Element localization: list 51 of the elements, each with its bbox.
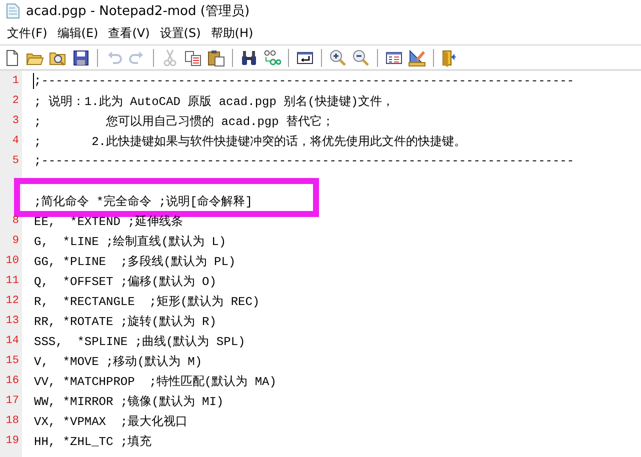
code-line: Q, *OFFSET ;偏移(默认为 O) [34,274,216,290]
line-number: 13 [6,315,20,327]
line-number: 18 [6,415,20,427]
menu-item[interactable]: 文件(F) [4,22,50,44]
line-number: 10 [6,255,20,267]
code-line: R, *RECTANGLE ;矩形(默认为 REC) [34,294,260,310]
code-line: V, *MOVE ;移动(默认为 M) [34,354,202,370]
zoom-out-icon[interactable] [352,48,370,66]
code-line: ; 说明：1.此为 AutoCAD 原版 acad.pgp 别名(快捷键)文件， [34,94,394,110]
code-line: ;简化命令 *完全命令 ;说明[命令解释] [34,194,252,210]
menu-item[interactable]: 设置(S) [156,22,204,44]
save-icon[interactable] [72,48,90,66]
line-number: 16 [6,375,20,387]
replace-icon[interactable] [263,48,281,66]
code-line: VV, *MATCHPROP ;特性匹配(默认为 MA) [34,374,276,390]
line-number: 11 [6,275,20,287]
clipboard-icon[interactable] [207,48,225,66]
line-number: 14 [6,335,20,347]
menu-item[interactable]: 帮助(H) [208,22,256,44]
code-line: RR, *ROTATE ;旋转(默认为 R) [34,314,216,330]
line-number: 2 [12,95,20,107]
ruler-pencil-icon[interactable] [408,48,426,66]
copy-icon[interactable] [184,48,202,66]
binoculars-icon[interactable] [240,48,258,66]
code-line: GG, *PLINE ;多段线(默认为 PL) [34,254,236,270]
code-line: ; 2.此快捷键如果与软件快捷键冲突的话，将优先使用此文件的快捷键。 [34,134,466,150]
code-line: WW, *MIRROR ;镜像(默认为 MI) [34,394,224,410]
line-number: 3 [12,115,20,127]
code-line: G, *LINE ;绘制直线(默认为 L) [34,234,226,250]
code-line: VX, *VPMAX ;最大化视口 [34,414,188,430]
line-number: 9 [12,235,20,247]
line-number: 1 [12,75,20,87]
window-title: acad.pgp - Notepad2-mod (管理员) [26,3,250,20]
code-line: EE, *EXTEND ;延伸线条 [34,214,183,230]
code-line: ; 您可以用自己习惯的 acad.pgp 替代它； [34,114,334,130]
code-line: HH, *ZHL_TC ;填充 [34,434,152,450]
line-number: 5 [12,155,20,167]
exit-door-icon[interactable] [441,48,459,66]
document-icon [6,3,20,19]
line-number: 4 [12,135,20,147]
line-number: 19 [6,435,20,447]
line-number: 17 [6,395,20,407]
line-number: 15 [6,355,20,367]
menu-item[interactable]: 编辑(E) [54,22,102,44]
code-line: SSS, *SPLINE ;曲线(默认为 SPL) [34,334,246,350]
code-line: ;-------------------------------------------------------------------------- [34,74,574,88]
menu-item[interactable]: 查看(V) [105,22,153,44]
zoom-in-icon[interactable] [329,48,347,66]
code-line: ;-------------------------------------------------------------------------- [34,154,574,168]
line-number: 12 [6,295,20,307]
line-number: 8 [12,215,20,227]
